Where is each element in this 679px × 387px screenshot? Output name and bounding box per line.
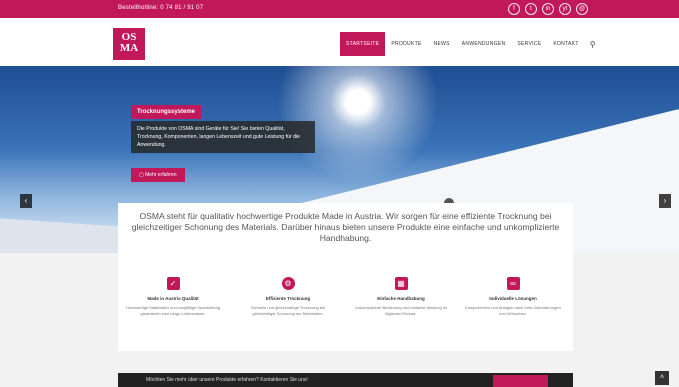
- grid-icon: ▦: [394, 277, 408, 290]
- feature-card: ⚙ Effiziente Trocknung Schnelle und glei…: [233, 277, 343, 317]
- feature-description: Schnelle und gleichmäßige Trocknung bei …: [250, 305, 326, 316]
- top-bar: Bestellhotline: 0 74 81 / 91 07 f t in y…: [0, 0, 679, 18]
- feature-title: Einfache Handhabung: [377, 296, 425, 301]
- nav-menu: STARTSEITE PRODUKTE NEWS ANWENDUNGEN SER…: [340, 32, 601, 56]
- nav-item-anwendungen[interactable]: ANWENDUNGEN: [456, 32, 512, 56]
- hero-text: Die Produkte von OSMA sind Geräte für Si…: [131, 121, 315, 153]
- twitter-icon[interactable]: t: [525, 3, 537, 15]
- feature-card: ∞ Individuelle Lösungen Komponenten und …: [458, 277, 568, 317]
- search-icon[interactable]: ⚲: [585, 40, 601, 49]
- feature-card: ✓ Made in Austria Qualität Hochwertige M…: [118, 277, 228, 317]
- facebook-icon[interactable]: f: [508, 3, 520, 15]
- intro-text: OSMA steht für qualitativ hochwertige Pr…: [131, 211, 560, 243]
- email-icon[interactable]: @: [576, 3, 588, 15]
- main-navigation: OS MA STARTSEITE PRODUKTE NEWS ANWENDUNG…: [0, 18, 679, 66]
- hero-caption: Trocknungssysteme Die Produkte von OSMA …: [131, 100, 315, 182]
- nav-item-startseite[interactable]: STARTSEITE: [340, 32, 386, 56]
- checkbox-icon: ✓: [166, 277, 180, 290]
- feature-description: Komponenten und Anlagen nach Ihren Anfor…: [465, 305, 561, 316]
- banner-text: Möchten Sie mehr über unsere Produkte er…: [146, 377, 308, 383]
- social-links: f t in yt @: [508, 3, 588, 15]
- feature-title: Made in Austria Qualität: [147, 296, 199, 301]
- nav-item-kontakt[interactable]: KONTAKT: [547, 32, 584, 56]
- nav-item-service[interactable]: SERVICE: [511, 32, 547, 56]
- share-icon: ∞: [506, 277, 520, 290]
- content-panel: OSMA steht für qualitativ hochwertige Pr…: [118, 203, 573, 351]
- linkedin-icon[interactable]: in: [542, 3, 554, 15]
- feature-title: Effiziente Trocknung: [265, 296, 311, 301]
- scroll-to-top-icon[interactable]: ˄: [655, 371, 669, 385]
- logo-line-2: MA: [119, 42, 139, 54]
- gear-icon: ⚙: [281, 277, 295, 290]
- chevron-right-icon[interactable]: ›: [659, 194, 671, 208]
- chevron-left-icon[interactable]: ‹: [20, 194, 32, 208]
- youtube-icon[interactable]: yt: [559, 3, 571, 15]
- banner-button[interactable]: [493, 375, 548, 387]
- feature-description: Hochwertige Materialien und sorgfältige …: [125, 305, 221, 316]
- hero-title: Trocknungssysteme: [131, 105, 202, 119]
- nav-item-news[interactable]: NEWS: [428, 32, 456, 56]
- document-icon: ▢: [139, 172, 144, 178]
- feature-description: Unkomplizierte Bedienung und einfache Wa…: [354, 305, 448, 316]
- nav-item-produkte[interactable]: PRODUKTE: [385, 32, 427, 56]
- feature-card: ▦ Einfache Handhabung Unkomplizierte Bed…: [346, 277, 456, 317]
- hero-more-button[interactable]: ▢ Mehr erfahren: [131, 168, 185, 182]
- osma-logo[interactable]: OS MA: [113, 28, 145, 60]
- hero-button-label: Mehr erfahren: [145, 172, 177, 178]
- feature-title: Individuelle Lösungen: [489, 296, 537, 301]
- phone-hotline: Bestellhotline: 0 74 81 / 91 07: [118, 5, 204, 11]
- contact-banner: Möchten Sie mehr über unsere Produkte er…: [118, 373, 573, 387]
